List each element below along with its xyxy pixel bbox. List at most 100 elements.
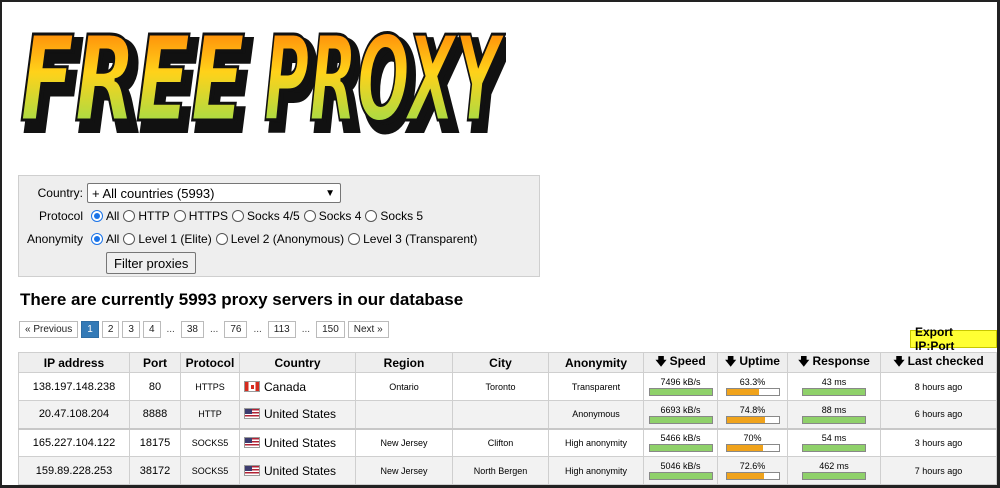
cell-port: 80 (129, 372, 181, 401)
speed-label: 6693 kB/s (660, 404, 701, 415)
arrow-down-icon: 🡇 (725, 356, 737, 368)
header-ip[interactable]: IP address (18, 352, 130, 373)
radio-icon[interactable] (173, 210, 186, 222)
arrow-down-icon: 🡇 (798, 356, 810, 368)
header-region[interactable]: Region (355, 352, 453, 373)
header-last-checked[interactable]: 🡇 Last checked (880, 352, 997, 373)
page-38-button[interactable]: 38 (180, 321, 204, 338)
cell-city: Toronto (452, 372, 549, 401)
cell-region (355, 400, 453, 429)
page-4-button[interactable]: 4 (142, 321, 161, 338)
header-anonymity[interactable]: Anonymity (548, 352, 644, 373)
table-header-row: IP address Port Protocol Country Region … (18, 352, 997, 373)
response-label: 43 ms (821, 377, 847, 387)
cell-country: United States (239, 400, 356, 429)
chevron-down-icon: ▼ (325, 187, 335, 199)
radio-icon[interactable] (91, 210, 103, 222)
page-113-button[interactable]: 113 (267, 321, 296, 338)
next-page-button[interactable]: Next » (347, 321, 389, 338)
uptime-label: 70% (743, 433, 762, 444)
radio-icon[interactable] (348, 233, 361, 245)
filter-proxies-button[interactable]: Filter proxies (106, 252, 197, 274)
page-2-button[interactable]: 2 (101, 321, 120, 338)
country-select[interactable]: + All countries (5993) ▼ (87, 183, 341, 203)
pagination-ellipsis: ... (209, 324, 219, 335)
united-states-flag-icon (244, 464, 260, 476)
cell-region: Ontario (355, 372, 453, 401)
response-bar-fill (803, 416, 865, 423)
header-speed[interactable]: 🡇 Speed (643, 352, 718, 373)
cell-anonymity: High anonymity (548, 427, 644, 457)
cell-uptime: 72.6% (717, 456, 788, 485)
cell-country: Canada (239, 372, 356, 401)
speed-label: 7496 kB/s (660, 377, 701, 387)
cell-response: 462 ms (787, 456, 881, 485)
anonymity-option-transparent[interactable]: Level 3 (Transparent) (344, 232, 477, 246)
protocol-option-https[interactable]: HTTPS (170, 209, 228, 223)
radio-icon[interactable] (303, 210, 316, 222)
uptime-bar-fill (726, 445, 763, 452)
united-states-flag-icon (244, 436, 260, 448)
header-protocol[interactable]: Protocol (180, 352, 240, 373)
anonymity-label: Anonymity (26, 232, 83, 246)
uptime-bar (725, 444, 780, 453)
anonymity-option-anonymous[interactable]: Level 2 (Anonymous) (212, 232, 344, 246)
cell-response: 88 ms (787, 400, 881, 429)
header-city[interactable]: City (452, 352, 549, 373)
protocol-option-socks45[interactable]: Socks 4/5 (228, 209, 300, 223)
cell-last-checked: 3 hours ago (880, 427, 997, 457)
response-bar (802, 388, 866, 396)
cell-city: Clifton (452, 427, 549, 457)
page-1-button[interactable]: 1 (81, 321, 99, 338)
cell-port: 38172 (129, 456, 181, 485)
header-country[interactable]: Country (239, 352, 356, 373)
anonymity-option-all[interactable]: All (87, 232, 119, 246)
cell-protocol: SOCKS5 (180, 456, 240, 485)
cell-protocol: SOCKS5 (180, 427, 240, 457)
radio-icon[interactable] (365, 210, 378, 222)
speed-bar-fill (649, 445, 712, 452)
page-150-button[interactable]: 150 (316, 321, 345, 338)
cell-last-checked: 7 hours ago (880, 456, 997, 485)
radio-icon[interactable] (123, 233, 136, 245)
filter-form: Country: + All countries (5993) ▼ Protoc… (18, 175, 540, 277)
table-row: 20.47.108.204 8888 HTTP United States Anonym… (18, 400, 997, 429)
uptime-bar-fill (726, 416, 766, 423)
radio-icon[interactable] (123, 210, 136, 222)
header-uptime[interactable]: 🡇 Uptime (717, 352, 788, 373)
page-3-button[interactable]: 3 (122, 321, 140, 338)
protocol-option-socks4[interactable]: Socks 4 (300, 209, 361, 223)
page-76-button[interactable]: 76 (224, 321, 248, 338)
radio-icon[interactable] (215, 233, 228, 245)
uptime-bar-fill (726, 389, 760, 395)
protocol-option-http[interactable]: HTTP (119, 209, 170, 223)
uptime-bar (725, 472, 780, 480)
export-ip-port-button[interactable]: Export IP:Port (910, 325, 997, 353)
header-port[interactable]: Port (129, 352, 181, 373)
radio-icon[interactable] (232, 210, 245, 222)
response-label: 54 ms (821, 433, 847, 444)
uptime-label: 72.6% (739, 461, 766, 471)
cell-last-checked: 6 hours ago (880, 400, 997, 429)
cell-speed: 5466 kB/s (643, 427, 718, 457)
previous-page-button[interactable]: « Previous (19, 321, 79, 338)
cell-port: 8888 (129, 400, 181, 429)
pagination-ellipsis: ... (166, 324, 175, 335)
response-bar (802, 415, 866, 424)
cell-uptime: 63.3% (717, 372, 788, 401)
speed-label: 5046 kB/s (660, 461, 701, 471)
cell-anonymity: Transparent (548, 372, 644, 401)
protocol-option-all[interactable]: All (87, 209, 119, 223)
cell-last-checked: 8 hours ago (880, 372, 997, 401)
cell-ip: 159.89.228.253 (18, 456, 130, 485)
protocol-option-socks5[interactable]: Socks 5 (361, 209, 423, 223)
cell-anonymity: Anonymous (548, 400, 644, 429)
pagination-ellipsis: ... (301, 324, 311, 335)
svg-text:FREE: FREE (20, 12, 245, 147)
cell-region: New Jersey (355, 427, 453, 457)
header-response[interactable]: 🡇 Response (787, 352, 881, 373)
cell-city (452, 400, 549, 429)
page-heading: There are currently 5993 proxy servers i… (20, 290, 464, 309)
radio-icon[interactable] (91, 233, 103, 245)
anonymity-option-elite[interactable]: Level 1 (Elite) (119, 232, 212, 246)
